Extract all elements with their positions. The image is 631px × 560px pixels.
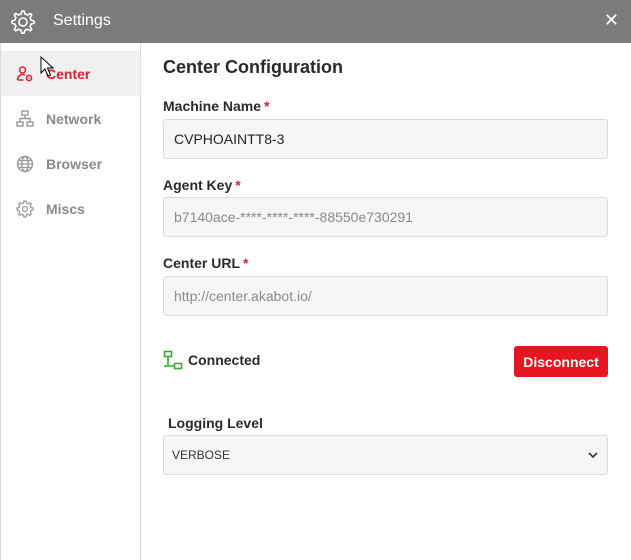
sidebar-item-center[interactable]: Center: [1, 51, 140, 96]
sidebar-item-label: Network: [46, 110, 102, 127]
required-mark: *: [264, 98, 270, 114]
agent-key-label: Agent Key *: [163, 177, 241, 193]
logging-level-select[interactable]: VERBOSE: [163, 435, 608, 475]
close-icon[interactable]: ✕: [604, 10, 619, 30]
connection-status: Connected: [163, 350, 260, 370]
sidebar-item-label: Miscs: [46, 200, 85, 217]
disconnect-button[interactable]: Disconnect: [514, 346, 608, 377]
gear-icon: [16, 199, 34, 218]
machine-name-label: Machine Name *: [163, 98, 270, 114]
agent-key-label-text: Agent Key: [163, 177, 233, 193]
network-connected-icon: [163, 350, 183, 370]
sidebar-item-label: Browser: [46, 155, 103, 172]
user-settings-icon: [16, 65, 33, 81]
agent-key-input[interactable]: [163, 197, 608, 237]
sidebar-item-browser[interactable]: Browser: [1, 141, 140, 186]
sidebar-item-network[interactable]: Network: [1, 96, 140, 141]
sidebar: Center Network Browser Miscs: [0, 43, 141, 560]
title-bar: Settings ✕: [0, 0, 631, 43]
logging-level-value: VERBOSE: [172, 448, 231, 462]
sidebar-item-miscs[interactable]: Miscs: [1, 186, 140, 231]
required-mark: *: [235, 177, 241, 193]
connection-status-text: Connected: [188, 352, 261, 368]
machine-name-input[interactable]: [163, 119, 608, 159]
chevron-down-icon: [588, 452, 598, 459]
globe-icon: [16, 155, 34, 172]
center-url-label: Center URL *: [163, 255, 248, 271]
machine-name-label-text: Machine Name: [163, 98, 262, 114]
center-url-label-text: Center URL: [163, 255, 241, 271]
settings-gear-icon: [11, 10, 35, 34]
mouse-cursor-icon: [40, 56, 54, 77]
logging-level-label: Logging Level: [168, 415, 263, 431]
required-mark: *: [243, 255, 249, 271]
center-url-input[interactable]: [163, 276, 608, 316]
page-title: Center Configuration: [163, 57, 343, 77]
window-title: Settings: [53, 12, 111, 29]
network-icon: [16, 109, 34, 127]
